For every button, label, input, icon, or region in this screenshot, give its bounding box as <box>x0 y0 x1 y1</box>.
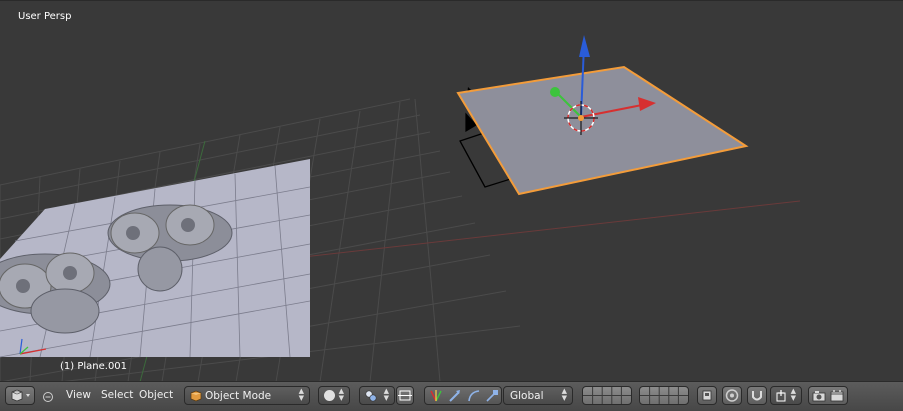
layer-buttons-group-1[interactable] <box>582 386 632 405</box>
dropdown-arrows-icon: ▲ ▼ <box>298 387 304 402</box>
viewport-shading-icon <box>324 390 335 401</box>
viewport-shading-dropdown[interactable]: ▲ ▼ <box>318 386 350 405</box>
layer-buttons[interactable] <box>583 387 631 404</box>
rotate-manipulator-icon[interactable] <box>447 388 463 403</box>
proportional-edit-icon <box>725 389 739 402</box>
3d-view-header: View Select Object Object Mode ▲ ▼ ▲ ▼ ▲ ▼ <box>0 381 903 411</box>
render-animation-icon[interactable] <box>829 388 845 403</box>
plane-with-monkeys[interactable] <box>0 159 311 358</box>
magnet-icon <box>752 391 762 401</box>
snap-toggle-button[interactable] <box>747 386 767 405</box>
editor-type-button[interactable] <box>5 386 35 405</box>
viewport-canvas[interactable] <box>0 1 903 382</box>
menu-view[interactable]: View <box>66 389 91 401</box>
dropdown-arrows-icon: ▲ ▼ <box>338 387 344 402</box>
view-label: User Persp <box>18 11 72 22</box>
dropdown-arrows-icon: ▲ ▼ <box>383 387 389 402</box>
manipulator-toggle-button[interactable] <box>396 386 414 405</box>
view3d-editor-icon <box>11 389 30 402</box>
3d-viewport[interactable]: User Persp (1) Plane.001 <box>0 0 903 382</box>
active-object-label: (1) Plane.001 <box>60 361 128 372</box>
scale-manipulator-icon[interactable] <box>466 388 482 403</box>
blender-3d-view: User Persp (1) Plane.001 View Select Obj… <box>0 0 903 411</box>
transform-orientation-dropdown[interactable]: Global ▲ ▼ <box>503 386 573 405</box>
mode-label: Object Mode <box>205 390 272 402</box>
translate-manipulator-icon[interactable] <box>428 388 444 403</box>
snap-element-dropdown[interactable]: ▲ ▼ <box>770 386 802 405</box>
layer-buttons[interactable] <box>640 387 688 404</box>
lock-icon <box>702 390 712 401</box>
selected-plane[interactable] <box>456 65 749 196</box>
render-buttons[interactable] <box>808 386 848 405</box>
menu-select[interactable]: Select <box>101 389 133 401</box>
cube-icon <box>190 390 202 402</box>
dropdown-arrows-icon: ▲ ▼ <box>561 387 567 402</box>
render-camera-icon[interactable] <box>811 388 827 403</box>
mode-dropdown[interactable]: Object Mode ▲ ▼ <box>184 386 310 405</box>
dropdown-arrows-icon: ▲ ▼ <box>790 387 796 402</box>
menu-object[interactable]: Object <box>139 389 173 401</box>
orientation-label: Global <box>510 390 544 402</box>
collapse-menus-icon[interactable] <box>42 391 54 403</box>
pivot-point-icon <box>365 390 377 402</box>
manipulator-type-buttons[interactable] <box>424 386 502 405</box>
scale-handle-icon[interactable] <box>484 388 500 403</box>
manipulator-toggle-icon <box>398 390 412 401</box>
pivot-point-dropdown[interactable]: ▲ ▼ <box>359 386 395 405</box>
layer-buttons-group-2[interactable] <box>639 386 689 405</box>
lock-camera-button[interactable] <box>697 386 717 405</box>
snap-icon <box>776 390 786 402</box>
proportional-edit-button[interactable] <box>722 386 742 405</box>
